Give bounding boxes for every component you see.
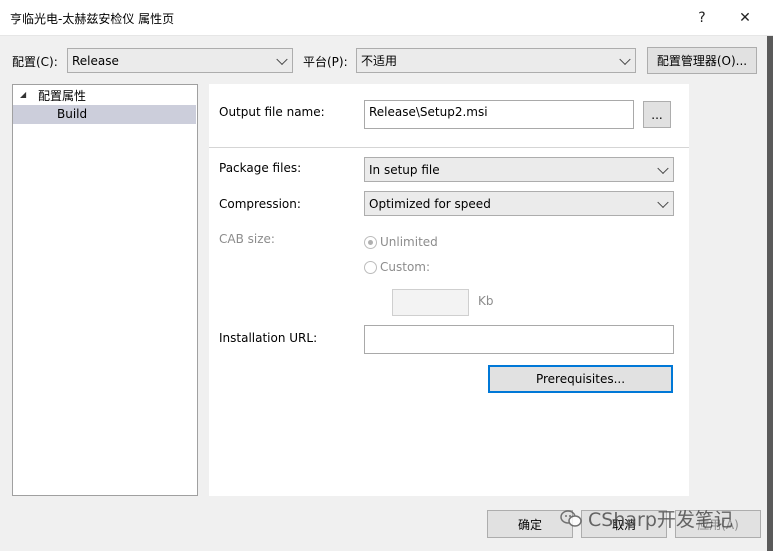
- output-file-label: Output file name:: [219, 105, 325, 119]
- custom-radio[interactable]: [364, 261, 377, 274]
- package-files-value: In setup file: [369, 162, 440, 177]
- close-button[interactable]: ✕: [728, 6, 762, 30]
- cab-size-label: CAB size:: [219, 232, 275, 246]
- tree-expander-icon[interactable]: ◢: [20, 90, 26, 99]
- compression-label: Compression:: [219, 197, 301, 211]
- config-manager-button[interactable]: 配置管理器(O)...: [647, 47, 757, 74]
- config-value: Release: [72, 53, 119, 68]
- window-title: 亨临光电-太赫兹安检仪 属性页: [10, 12, 175, 26]
- installation-url-label: Installation URL:: [219, 331, 318, 345]
- tree-item-build-selected[interactable]: [13, 105, 196, 124]
- prerequisites-button[interactable]: Prerequisites...: [488, 365, 673, 393]
- chevron-down-icon: [657, 162, 669, 174]
- config-combo[interactable]: Release: [67, 48, 293, 73]
- section-divider: [209, 147, 689, 148]
- compression-combo[interactable]: Optimized for speed: [364, 191, 674, 216]
- config-label: 配置(C):: [12, 55, 58, 69]
- package-files-combo[interactable]: In setup file: [364, 157, 674, 182]
- property-tree: [12, 84, 198, 496]
- chevron-down-icon: [657, 196, 669, 208]
- tree-item-config-properties[interactable]: 配置属性: [38, 87, 86, 104]
- installation-url-input[interactable]: [364, 325, 674, 354]
- custom-label[interactable]: Custom:: [380, 260, 430, 274]
- chevron-down-icon: [619, 53, 631, 65]
- platform-value: 不适用: [361, 54, 398, 68]
- unlimited-radio[interactable]: [364, 236, 377, 249]
- background-window-strip: [767, 36, 773, 551]
- platform-label: 平台(P):: [303, 55, 348, 69]
- custom-size-input[interactable]: [392, 289, 469, 316]
- browse-button[interactable]: ...: [643, 101, 671, 128]
- watermark: CSharp开发笔记: [560, 505, 733, 532]
- tree-item-build[interactable]: Build: [57, 107, 87, 121]
- compression-value: Optimized for speed: [369, 196, 491, 211]
- package-files-label: Package files:: [219, 161, 302, 175]
- platform-combo[interactable]: 不适用: [356, 48, 636, 73]
- watermark-text: CSharp开发笔记: [588, 509, 733, 531]
- kb-unit-label: Kb: [478, 294, 494, 308]
- wechat-icon: [560, 509, 582, 527]
- chevron-down-icon: [276, 53, 288, 65]
- unlimited-label[interactable]: Unlimited: [380, 235, 438, 249]
- help-button[interactable]: ?: [685, 6, 719, 30]
- output-file-input[interactable]: Release\Setup2.msi: [364, 100, 634, 129]
